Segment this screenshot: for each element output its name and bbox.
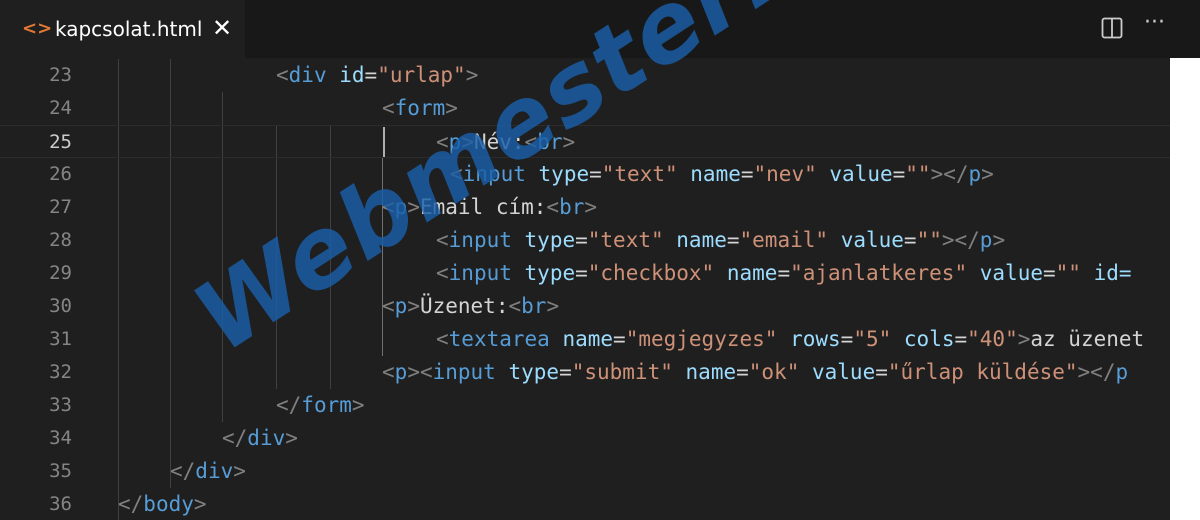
code-line[interactable]: 35 </div>: [0, 455, 1170, 488]
more-actions-icon[interactable]: ···: [1144, 10, 1165, 35]
close-icon[interactable]: ✕: [212, 14, 232, 42]
code-line[interactable]: 28 <input type="text" name="email" value=…: [0, 224, 1170, 257]
code-line[interactable]: 23 <div id="urlap">: [0, 59, 1170, 92]
code-line[interactable]: 27 <p>Email cím:<br>: [0, 191, 1170, 224]
code-text: <p>Üzenet:<br>: [382, 294, 560, 318]
line-number: 26: [49, 163, 72, 185]
code-text: </div>: [222, 426, 298, 450]
code-line[interactable]: 32 <p><input type="submit" name="ok" valu…: [0, 356, 1170, 389]
code-text: <div id="urlap">: [276, 63, 479, 87]
split-editor-icon[interactable]: [1101, 17, 1123, 39]
code-line[interactable]: 29 <input type="checkbox" name="ajanlatke…: [0, 257, 1170, 290]
line-number: 32: [49, 361, 72, 383]
line-number: 35: [49, 460, 72, 482]
line-number: 24: [49, 97, 72, 119]
code-text: <textarea name="megjegyzes" rows="5" col…: [436, 327, 1145, 351]
line-number: 27: [49, 196, 72, 218]
code-text: </div>: [170, 459, 246, 483]
code-line[interactable]: 30 <p>Üzenet:<br>: [0, 290, 1170, 323]
code-text: <p>Email cím:<br>: [382, 195, 598, 219]
editor-edge: [1170, 58, 1200, 520]
code-text: <input type="checkbox" name="ajanlatkere…: [436, 261, 1132, 285]
tab-kapcsolat-html[interactable]: <> kapcsolat.html ✕: [0, 0, 245, 58]
code-text: <input type="text" name="email" value=""…: [436, 228, 1006, 252]
code-text: </body>: [118, 492, 207, 516]
code-line[interactable]: 34 </div>: [0, 422, 1170, 455]
tab-title: kapcsolat.html: [55, 17, 203, 41]
code-line[interactable]: 31 <textarea name="megjegyzes" rows="5" c…: [0, 323, 1170, 356]
line-number: 31: [49, 328, 72, 350]
code-line[interactable]: 24 <form>: [0, 92, 1170, 125]
line-number: 25: [49, 131, 72, 153]
line-number: 29: [49, 262, 72, 284]
line-number: 34: [49, 427, 72, 449]
code-line[interactable]: 25 <p>Név:<br>: [0, 125, 1170, 158]
code-editor[interactable]: 23 <div id="urlap"> 24 <form> 25 <p>Név:<br> 2…: [0, 58, 1170, 520]
line-number: 33: [49, 394, 72, 416]
code-text: <p>Név:<br>: [436, 130, 576, 154]
line-number: 36: [49, 493, 72, 515]
code-line[interactable]: 33 </form>: [0, 389, 1170, 422]
line-number: 23: [49, 64, 72, 86]
code-line[interactable]: 36 </body>: [0, 488, 1170, 520]
line-number: 30: [49, 295, 72, 317]
text-cursor: [383, 127, 385, 157]
code-text: </form>: [276, 393, 365, 417]
tab-bar: <> kapcsolat.html ✕ ···: [0, 0, 1200, 58]
line-number: 28: [49, 229, 72, 251]
code-text: <form>: [382, 96, 458, 120]
code-text: <input type="text" name="nev" value=""><…: [450, 162, 994, 186]
code-text: <p><input type="submit" name="ok" value=…: [382, 360, 1129, 384]
html-file-icon: <>: [22, 18, 53, 39]
code-line[interactable]: 26 <input type="text" name="nev" value=""…: [0, 158, 1170, 191]
